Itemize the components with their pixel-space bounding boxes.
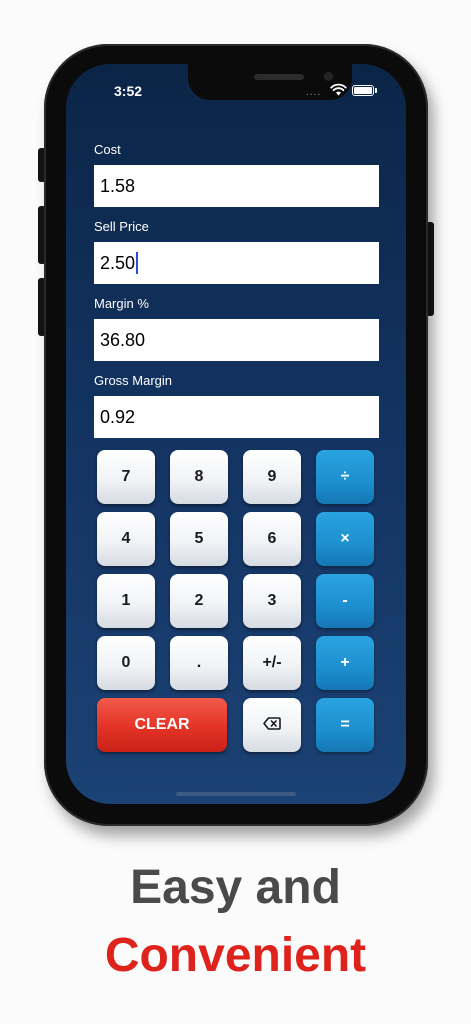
- margin-value: 36.80: [100, 330, 146, 350]
- sell-price-value: 2.50: [100, 253, 136, 273]
- decimal-button[interactable]: .: [170, 636, 228, 690]
- equals-button[interactable]: =: [316, 698, 374, 752]
- gross-margin-label: Gross Margin: [94, 373, 173, 388]
- phone-screen: 3:52 .... Cost 1.58 Sell Price 2.50 Marg…: [66, 64, 406, 804]
- tagline-line-2: Convenient: [104, 929, 367, 982]
- margin-field[interactable]: 36.80: [94, 319, 379, 361]
- key-9[interactable]: 9: [243, 450, 301, 504]
- promo-page: 3:52 .... Cost 1.58 Sell Price 2.50 Marg…: [0, 0, 471, 1024]
- cost-field[interactable]: 1.58: [94, 165, 379, 207]
- sign-toggle-button[interactable]: +/-: [243, 636, 301, 690]
- key-2[interactable]: 2: [170, 574, 228, 628]
- margin-label: Margin %: [94, 296, 149, 311]
- gross-margin-field[interactable]: 0.92: [94, 396, 379, 438]
- status-icons: ....: [306, 82, 380, 98]
- backspace-icon: [263, 716, 281, 730]
- tagline-line-1: Easy and: [130, 861, 341, 914]
- cost-label: Cost: [94, 142, 121, 157]
- status-time: 3:52: [114, 83, 143, 99]
- key-3[interactable]: 3: [243, 574, 301, 628]
- key-0[interactable]: 0: [97, 636, 155, 690]
- wifi-icon: [330, 83, 347, 96]
- key-7[interactable]: 7: [97, 450, 155, 504]
- text-caret: [136, 251, 139, 274]
- gross-margin-value: 0.92: [100, 407, 136, 427]
- front-camera: [324, 72, 333, 81]
- cost-value: 1.58: [100, 176, 136, 196]
- sell-price-label: Sell Price: [94, 219, 149, 234]
- key-1[interactable]: 1: [97, 574, 155, 628]
- backspace-button[interactable]: [243, 698, 301, 752]
- key-6[interactable]: 6: [243, 512, 301, 566]
- home-indicator: [176, 792, 296, 796]
- key-8[interactable]: 8: [170, 450, 228, 504]
- key-5[interactable]: 5: [170, 512, 228, 566]
- clear-button[interactable]: CLEAR: [97, 698, 227, 752]
- signal-icon: ....: [306, 87, 322, 98]
- add-button[interactable]: +: [316, 636, 374, 690]
- sell-price-field[interactable]: 2.50: [94, 242, 379, 284]
- key-4[interactable]: 4: [97, 512, 155, 566]
- divide-button[interactable]: ÷: [316, 450, 374, 504]
- battery-icon: [352, 85, 377, 96]
- earpiece-speaker: [254, 74, 304, 80]
- subtract-button[interactable]: -: [316, 574, 374, 628]
- multiply-button[interactable]: ×: [316, 512, 374, 566]
